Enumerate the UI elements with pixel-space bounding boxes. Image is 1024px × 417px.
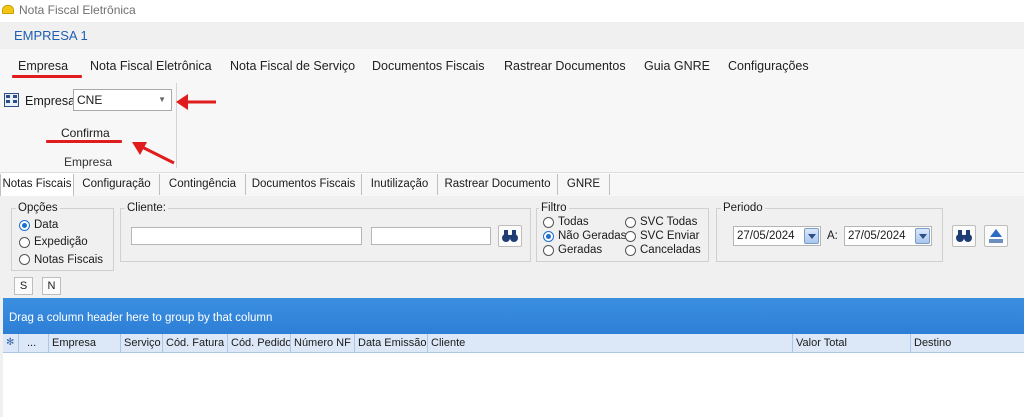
search-button[interactable] [952,225,976,247]
cliente-label: Cliente: [125,202,168,214]
grid-col-servico[interactable]: Serviço [121,334,163,352]
select-all-button[interactable]: S [14,277,33,295]
filtro-svc-enviar-label: SVC Enviar [640,230,700,242]
date-from-picker[interactable]: 27/05/2024 [733,226,821,246]
cliente-code-input[interactable] [131,227,362,245]
tab-rastrear-documento[interactable]: Rastrear Documento [438,174,558,195]
select-none-button[interactable]: N [42,277,61,295]
date-to-picker[interactable]: 27/05/2024 [844,226,932,246]
grid-indicator-icon[interactable]: ✻ [3,334,19,352]
filtro-svc-todas-label: SVC Todas [640,216,698,228]
grid-col-cliente[interactable]: Cliente [428,334,793,352]
filtro-todas-radio[interactable] [543,217,554,228]
tab-contingencia[interactable]: Contingência [160,174,246,195]
binoculars-icon [502,230,518,242]
ribbon-tab-rastrear[interactable]: Rastrear Documentos [504,59,626,73]
filtro-canceladas-radio[interactable] [625,245,636,256]
empresa-field-label: Empresa [25,94,76,108]
tab-notas-fiscais[interactable]: Notas Fiscais [0,174,74,196]
date-to-label: A: [827,230,838,242]
filtro-canceladas-label: Canceladas [640,244,701,256]
tab-documentos-fiscais[interactable]: Documentos Fiscais [246,174,362,195]
ribbon-tab-nfs[interactable]: Nota Fiscal de Serviço [230,59,355,73]
grid-col-empresa[interactable]: Empresa [49,334,121,352]
title-bar: Nota Fiscal Eletrônica [0,0,1024,20]
ribbon-tabs: Empresa Nota Fiscal Eletrônica Nota Fisc… [0,49,1024,82]
filtro-geradas-radio[interactable] [543,245,554,256]
periodo-group-title: Periodo [721,202,765,214]
grid-col-cod-pedido[interactable]: Cód. Pedido [228,334,291,352]
binoculars-icon [956,230,972,242]
ribbon-tab-nfe[interactable]: Nota Fiscal Eletrônica [90,59,212,73]
calendar-dropdown-icon[interactable] [804,228,819,244]
options-group-title: Opções [16,202,60,214]
confirm-button[interactable]: Confirma [61,126,110,140]
date-to-value: 27/05/2024 [848,230,906,242]
tab-gnre[interactable]: GNRE [558,174,610,195]
filtro-geradas-label: Geradas [558,244,603,256]
empresa-combobox-value: CNE [77,93,103,107]
filtro-todas-label: Todas [558,216,589,228]
tab-inutilizacao[interactable]: Inutilização [362,174,438,195]
option-data-radio[interactable] [19,220,30,231]
annotation-underline-empresa [12,75,82,78]
option-data-label: Data [34,219,59,231]
option-notas-fiscais-label: Notas Fiscais [34,254,104,266]
grid-header: ✻ ... Empresa Serviço Cód. Fatura Cód. P… [3,334,1024,353]
tab-configuracao[interactable]: Configuração [74,174,160,195]
grid-col-cod-fatura[interactable]: Cód. Fatura [163,334,228,352]
sub-tabs: Notas Fiscais Configuração Contingência … [0,174,1024,197]
empresa-combobox[interactable]: CNE ▼ [73,89,172,111]
annotation-arrow [176,94,216,110]
ribbon-tab-configuracoes[interactable]: Configurações [728,59,809,73]
annotation-arrow [132,142,175,165]
export-icon [989,229,1003,243]
company-name: EMPRESA 1 [14,28,88,43]
ribbon-tab-gnre[interactable]: Guia GNRE [644,59,710,73]
grid-col-numero-nf[interactable]: Número NF [291,334,355,352]
option-expedicao-radio[interactable] [19,237,30,248]
filtro-nao-geradas-radio[interactable] [543,231,554,242]
app-icon [2,5,14,14]
ribbon-group-label: Empresa [64,155,113,169]
calendar-dropdown-icon[interactable] [915,228,930,244]
filtro-svc-enviar-radio[interactable] [625,231,636,242]
filtro-svc-todas-radio[interactable] [625,217,636,228]
grid-col-destino[interactable]: Destino [911,334,1024,352]
grid-col-more[interactable]: ... [19,334,49,352]
grid-body[interactable] [3,353,1024,417]
company-header: EMPRESA 1 [0,22,1024,49]
option-notas-fiscais-radio[interactable] [19,254,30,265]
option-expedicao-label: Expedição [34,236,88,248]
ribbon-tab-documentos[interactable]: Documentos Fiscais [372,59,485,73]
ribbon-tab-empresa[interactable]: Empresa [18,59,68,73]
window-title: Nota Fiscal Eletrônica [19,3,136,17]
building-icon [4,93,19,107]
filtro-nao-geradas-label: Não Geradas [558,230,627,242]
search-cliente-button[interactable] [498,225,522,247]
cliente-name-input[interactable] [371,227,491,245]
export-button[interactable] [984,225,1008,247]
annotation-underline-confirma [46,140,122,143]
grid-col-data-emissao[interactable]: Data Emissão [355,334,428,352]
grid-group-panel[interactable]: Drag a column header here to group by th… [3,298,1024,334]
chevron-down-icon[interactable]: ▼ [158,95,166,104]
date-from-value: 27/05/2024 [737,230,795,242]
filtro-group-title: Filtro [539,202,569,214]
grid-col-valor-total[interactable]: Valor Total [793,334,911,352]
grid-group-hint: Drag a column header here to group by th… [9,312,273,324]
